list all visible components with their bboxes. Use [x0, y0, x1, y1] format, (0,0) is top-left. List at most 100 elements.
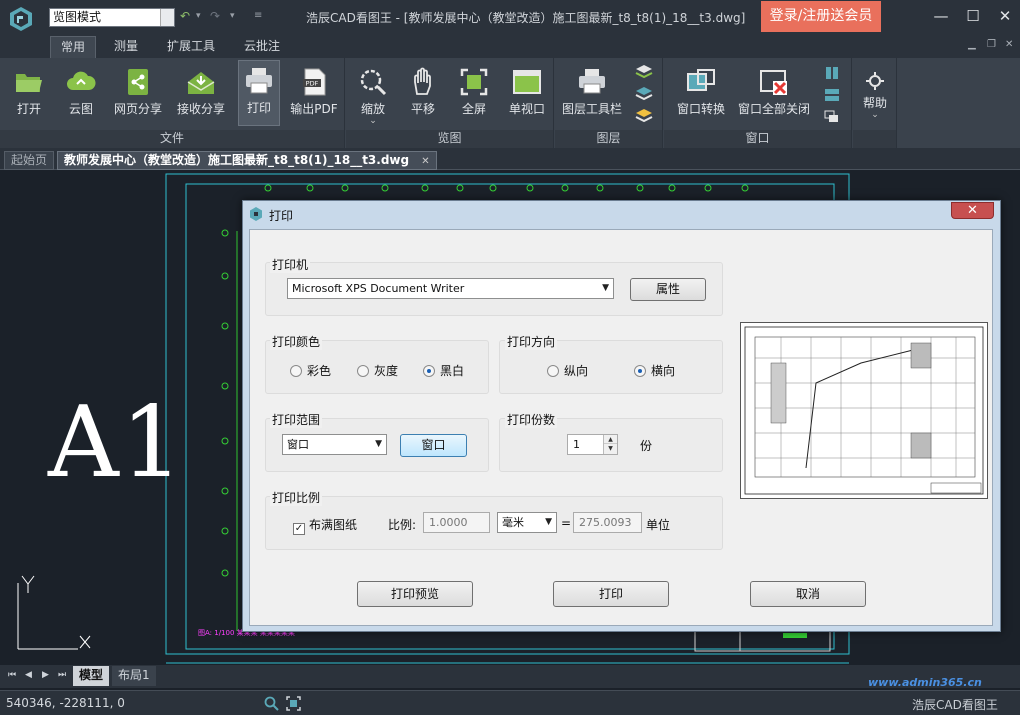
group-label-file: 文件	[159, 131, 184, 145]
fullscreen-button[interactable]: 全屏	[452, 62, 496, 122]
tile-vertical-icon[interactable]	[824, 66, 840, 80]
orientation-portrait[interactable]: 纵向	[547, 362, 588, 379]
group-label-view: 览图	[437, 131, 462, 145]
export-pdf-button[interactable]: PDF 输出PDF	[288, 62, 340, 122]
prev-layout-icon[interactable]: ◀	[25, 670, 32, 680]
customize-toolbar-icon[interactable]: ≡	[254, 10, 262, 21]
tab-extension-tools[interactable]: 扩展工具	[157, 36, 225, 58]
mdi-close-icon[interactable]: ✕	[1005, 39, 1013, 50]
print-range-value: 窗口	[287, 438, 309, 451]
cloud-drawing-button[interactable]: 云图	[56, 62, 106, 122]
cascade-windows-icon[interactable]	[824, 110, 840, 124]
print-color-label: 打印颜色	[270, 333, 323, 350]
login-register-button[interactable]: 登录/注册送会员	[761, 1, 881, 32]
window-title: 浩辰CAD看图王 - [教师发展中心（教堂改造）施工图最新_t8_t8(1)_1…	[306, 11, 746, 25]
tab-measure[interactable]: 测量	[104, 36, 148, 58]
redo-icon[interactable]: ↷	[210, 9, 220, 23]
minimize-button[interactable]: —	[931, 6, 951, 26]
layer-isolate-icon[interactable]	[635, 86, 653, 102]
print-button[interactable]: 打印	[238, 60, 280, 126]
dropdown-arrow-icon: ▼	[375, 439, 382, 449]
color-option-color[interactable]: 彩色	[290, 362, 331, 379]
watermark-text: www.admin365.cn	[868, 676, 982, 689]
mdi-minimize-icon[interactable]: ▁	[968, 39, 976, 50]
redo-dropdown-icon[interactable]: ▾	[230, 11, 235, 21]
ribbon-group-help: 帮助 ⌄	[853, 58, 897, 148]
scale-unit-select[interactable]: 毫米 ▼	[497, 512, 557, 533]
undo-dropdown-icon[interactable]: ▾	[196, 11, 201, 21]
spin-up-icon[interactable]: ▲	[604, 435, 617, 444]
print-range-select[interactable]: 窗口 ▼	[282, 434, 387, 455]
layer-toolbar-button[interactable]: 图层工具栏	[559, 62, 625, 122]
close-window-button[interactable]: ✕	[995, 6, 1015, 26]
undo-icon[interactable]: ↶	[180, 9, 190, 23]
scale-unit-value: 毫米	[502, 516, 524, 529]
ribbon-group-layer: 图层 图层工具栏	[555, 58, 663, 148]
app-logo-icon[interactable]	[8, 6, 34, 32]
web-share-button[interactable]: 网页分享	[110, 62, 166, 122]
copies-label: 打印份数	[505, 411, 558, 428]
fullscreen-icon	[460, 68, 488, 96]
tab-common[interactable]: 常用	[50, 36, 97, 58]
open-button[interactable]: 打开	[6, 62, 52, 122]
single-viewport-button[interactable]: 单视口	[504, 62, 550, 122]
ribbon-group-file: 文件 打开 云图 网页分享 接收分享 打印 PDF 输出PDF	[0, 58, 345, 148]
zoom-button[interactable]: 缩放 ⌄	[350, 62, 396, 126]
print-preview-button[interactable]: 打印预览	[357, 581, 473, 607]
next-layout-icon[interactable]: ▶	[42, 670, 49, 680]
layer-restore-icon[interactable]	[635, 108, 653, 124]
cancel-button[interactable]: 取消	[750, 581, 866, 607]
tab-current-drawing[interactable]: 教师发展中心（教堂改造）施工图最新_t8_t8(1)_18__t3.dwg ✕	[57, 151, 437, 170]
window-switch-icon	[687, 69, 715, 91]
pan-button[interactable]: 平移	[402, 62, 444, 122]
receive-share-button[interactable]: 接收分享	[170, 62, 232, 122]
tab-layout1[interactable]: 布局1	[112, 666, 156, 686]
spin-down-icon[interactable]: ▼	[604, 444, 617, 453]
drawing-units-input[interactable]: 275.0093	[573, 512, 642, 533]
tab-model[interactable]: 模型	[73, 666, 110, 686]
layout-tab-bar: ⏮ ◀ ▶ ⏭ 模型 布局1	[0, 665, 1020, 688]
close-all-windows-button[interactable]: 窗口全部关闭	[736, 62, 812, 122]
ratio-input[interactable]: 1.0000	[423, 512, 490, 533]
help-button[interactable]: 帮助 ⌄	[857, 62, 893, 122]
fit-to-paper-checkbox[interactable]: ✓ 布满图纸	[293, 516, 357, 535]
print-dialog: 打印 ✕ 打印机 Microsoft XPS Document Writer ▼…	[242, 200, 1001, 632]
layer-manager-icon[interactable]	[635, 64, 653, 80]
ribbon-group-view: 览图 缩放 ⌄ 平移 全屏 单视口	[346, 58, 554, 148]
zoom-magnifier-icon[interactable]	[264, 696, 279, 711]
tab-start-page[interactable]: 起始页	[4, 151, 55, 170]
window-switch-button[interactable]: 窗口转换	[670, 62, 732, 122]
chevron-down-icon: ⌄	[871, 110, 879, 120]
copies-spinner[interactable]: ▲ ▼	[603, 435, 617, 454]
mdi-restore-icon[interactable]: ❐	[987, 39, 996, 50]
status-app-name: 浩辰CAD看图王	[912, 698, 998, 712]
share-icon	[128, 69, 148, 95]
dialog-close-button[interactable]: ✕	[951, 202, 994, 219]
printer-select[interactable]: Microsoft XPS Document Writer ▼	[287, 278, 614, 299]
hand-icon	[414, 67, 431, 95]
fit-window-icon[interactable]	[286, 696, 301, 711]
tab-cloud-annotation[interactable]: 云批注	[234, 36, 290, 58]
first-layout-icon[interactable]: ⏮	[8, 670, 16, 680]
pick-window-button[interactable]: 窗口	[400, 434, 467, 457]
close-tab-icon[interactable]: ✕	[421, 156, 429, 167]
app-logo-icon	[250, 207, 262, 221]
printer-properties-button[interactable]: 属性	[630, 278, 706, 301]
radio-icon	[357, 365, 369, 377]
view-mode-select[interactable]: 览图模式	[49, 8, 175, 27]
ribbon-group-window: 窗口 窗口转换 窗口全部关闭	[664, 58, 852, 148]
orientation-label: 打印方向	[505, 333, 558, 350]
drawing-thumbnail	[744, 326, 984, 495]
print-confirm-button[interactable]: 打印	[553, 581, 669, 607]
color-option-monochrome[interactable]: 黑白	[423, 362, 464, 379]
ribbon: 文件 打开 云图 网页分享 接收分享 打印 PDF 输出PDF 览图 缩放 ⌄ …	[0, 58, 1020, 148]
units-label: 单位	[646, 518, 671, 532]
ucs-x-axis-icon	[79, 635, 91, 649]
inbox-download-icon	[187, 72, 215, 94]
last-layout-icon[interactable]: ⏭	[58, 670, 66, 680]
color-option-grayscale[interactable]: 灰度	[357, 362, 398, 379]
tile-horizontal-icon[interactable]	[824, 88, 840, 102]
dialog-title-bar[interactable]: 打印 ✕	[243, 201, 1000, 227]
maximize-button[interactable]: ☐	[963, 6, 983, 26]
orientation-landscape[interactable]: 横向	[634, 362, 675, 379]
